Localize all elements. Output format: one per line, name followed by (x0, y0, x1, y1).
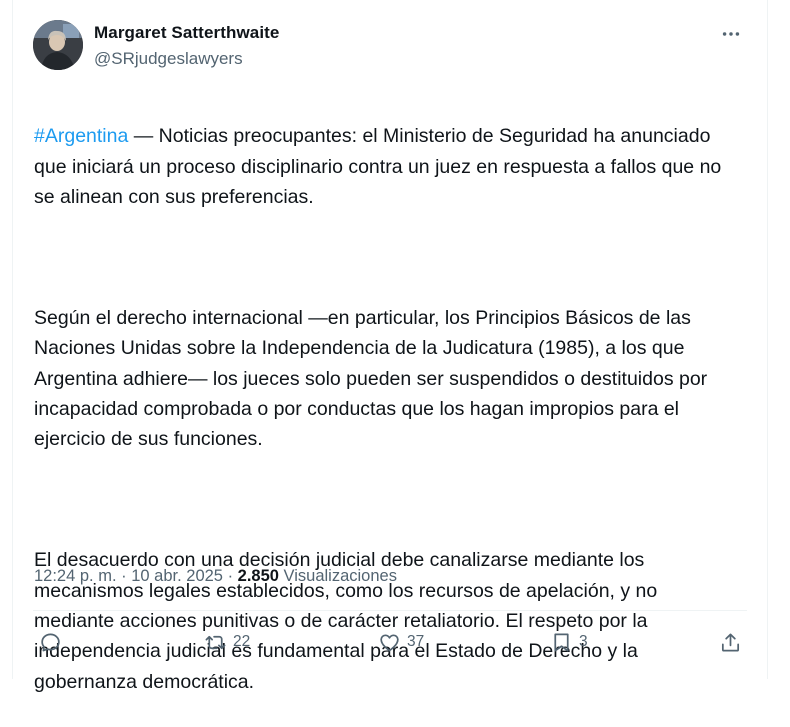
bookmark-button[interactable]: 3 (550, 624, 588, 660)
author-handle[interactable]: @SRjudgeslawyers (94, 49, 243, 69)
more-options-button[interactable] (713, 20, 749, 48)
meta-separator: · (222, 567, 238, 585)
tweet-paragraph-1: #Argentina — Noticias preocupantes: el M… (34, 121, 734, 212)
bookmark-count: 3 (579, 633, 588, 650)
tweet-paragraph-1-text: — Noticias preocupantes: el Ministerio d… (34, 125, 722, 208)
share-button[interactable] (719, 624, 742, 660)
like-button[interactable]: 37 (378, 624, 424, 660)
more-icon (722, 32, 740, 36)
author-name[interactable]: Margaret Satterthwaite (94, 23, 279, 43)
tweet-paragraph-2: Según el derecho internacional —en parti… (34, 307, 708, 451)
reply-icon (41, 632, 60, 651)
tweet-meta: 12:24 p. m. · 10 abr. 2025 · 2.850 Visua… (34, 567, 397, 586)
heart-icon (380, 633, 399, 651)
retweet-button[interactable]: 22 (204, 624, 250, 660)
action-bar: 22 37 3 (13, 624, 767, 660)
tweet-card: Margaret Satterthwaite @SRjudgeslawyers … (12, 0, 768, 693)
share-icon (721, 632, 740, 652)
avatar-photo (33, 20, 83, 70)
hashtag-link[interactable]: #Argentina (34, 125, 128, 147)
views-label: Visualizaciones (278, 567, 397, 585)
tweet-time[interactable]: 12:24 p. m. (34, 567, 117, 585)
reply-button[interactable] (39, 624, 62, 660)
avatar[interactable] (33, 20, 83, 70)
views-count: 2.850 (237, 567, 279, 585)
tweet-date[interactable]: 10 abr. 2025 (131, 567, 223, 585)
meta-separator: · (116, 567, 132, 585)
retweet-icon (205, 635, 226, 649)
like-count: 37 (407, 633, 425, 650)
bookmark-icon (554, 632, 569, 652)
retweet-count: 22 (233, 633, 251, 650)
divider (33, 610, 747, 611)
